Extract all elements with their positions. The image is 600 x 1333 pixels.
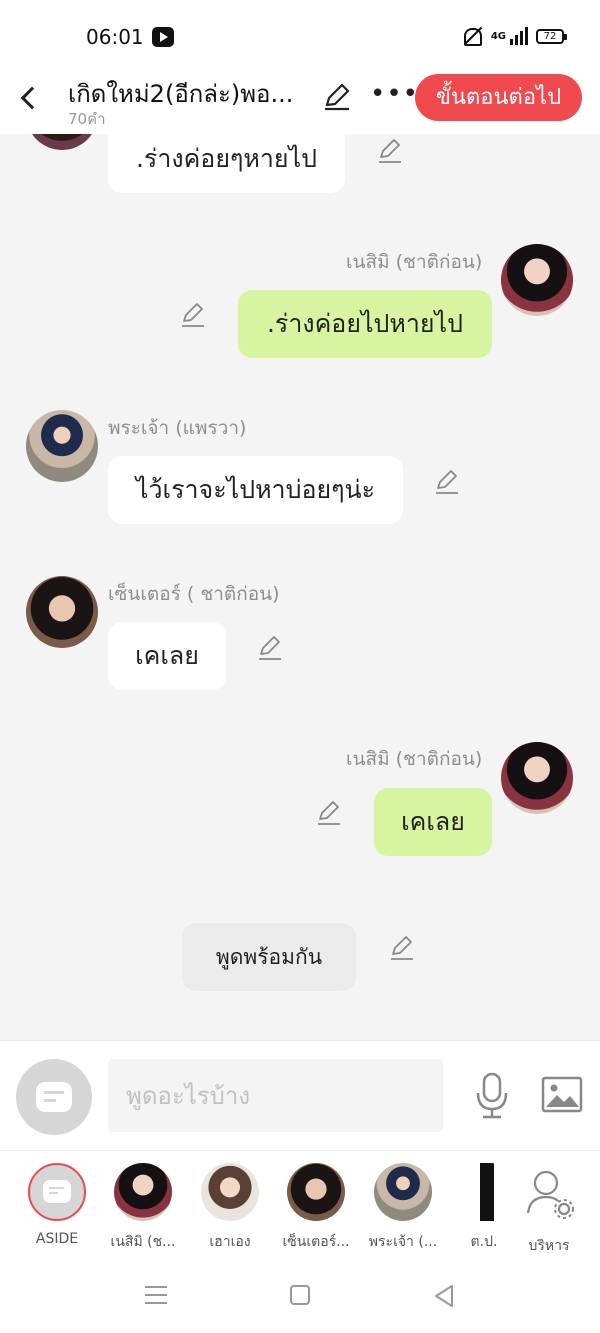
character-selector: ASIDE เนสิมิ (ช... เฮาเอง เซ็นเตอร์... พ…: [0, 1150, 600, 1260]
speaker-name: เนสิมิ (ชาติก่อน): [346, 251, 483, 273]
message-bubble[interactable]: เคเลย: [108, 622, 226, 690]
mute-icon: [461, 26, 483, 46]
image-icon[interactable]: [541, 1075, 583, 1115]
avatar: [114, 1163, 172, 1221]
message-bubble[interactable]: เคเลย: [374, 788, 492, 856]
character-item[interactable]: เนสิมิ (ช...: [99, 1163, 187, 1253]
character-label: บริหาร: [528, 1238, 570, 1254]
nav-back-icon[interactable]: [432, 1284, 456, 1308]
edit-message-icon[interactable]: [376, 137, 404, 165]
back-icon[interactable]: [18, 84, 38, 110]
avatar: [374, 1163, 432, 1221]
chat-area[interactable]: .ร่างค่อยๆหายไป เนสิมิ (ชาติก่อน) .ร่างค…: [0, 134, 600, 1040]
aside-avatar: [28, 1163, 86, 1221]
manage-user-icon: [526, 1170, 574, 1219]
edit-message-icon[interactable]: [179, 301, 207, 329]
character-aside[interactable]: ASIDE: [13, 1163, 101, 1247]
aside-mode-button[interactable]: [16, 1059, 92, 1135]
speaker-name: พระเจ้า (แพรวา): [108, 417, 247, 439]
character-item[interactable]: พระเจ้า (...: [359, 1163, 447, 1253]
character-item[interactable]: เฮาเอง: [186, 1163, 274, 1253]
edit-message-icon[interactable]: [388, 934, 416, 962]
character-label: พระเจ้า (...: [368, 1234, 438, 1250]
character-label: ASIDE: [35, 1231, 79, 1247]
narration-bubble[interactable]: พูดพร้อมกัน: [182, 923, 356, 991]
signal-icon: [510, 27, 528, 45]
avatar[interactable]: [26, 134, 98, 150]
edit-message-icon[interactable]: [433, 468, 461, 496]
battery-icon: 72: [536, 28, 567, 44]
character-label: เซ็นเตอร์...: [282, 1234, 350, 1250]
status-time: 06:01: [86, 25, 144, 49]
word-count: 70คำ: [68, 110, 106, 128]
character-item[interactable]: เซ็นเตอร์...: [272, 1163, 360, 1253]
character-label: เฮาเอง: [209, 1234, 251, 1250]
avatar: [464, 1163, 504, 1221]
avatar[interactable]: [501, 742, 573, 814]
character-label: เนสิมิ (ช...: [110, 1234, 176, 1250]
recent-apps-icon[interactable]: [145, 1286, 167, 1304]
avatar[interactable]: [501, 244, 573, 316]
microphone-icon[interactable]: [470, 1071, 514, 1121]
edit-message-icon[interactable]: [315, 799, 343, 827]
message-bubble[interactable]: ไว้เราจะไปหาบ่อยๆน่ะ: [108, 456, 403, 524]
chat-bubble-icon: [43, 1180, 71, 1203]
app-header: เกิดใหม่2(อีกล่ะ)พอ... 70คำ ••• ขั้นตอนต…: [0, 70, 600, 134]
avatar: [201, 1163, 259, 1221]
youtube-notification-icon: [152, 27, 174, 47]
message-input[interactable]: [108, 1059, 443, 1132]
speaker-name: เซ็นเตอร์ ( ชาติก่อน): [108, 583, 280, 605]
avatar[interactable]: [26, 576, 98, 648]
chat-bubble-icon: [36, 1082, 72, 1112]
speaker-name: เนสิมิ (ชาติก่อน): [346, 748, 483, 770]
composer-bar: [0, 1040, 600, 1150]
system-nav-bar: [0, 1260, 600, 1333]
more-options-icon[interactable]: •••: [370, 81, 419, 107]
avatar: [287, 1163, 345, 1221]
message-bubble[interactable]: .ร่างค่อยไปหายไป: [238, 290, 492, 358]
status-bar: 06:01 4G 72: [0, 0, 600, 70]
message-bubble[interactable]: .ร่างค่อยๆหายไป: [108, 134, 345, 193]
next-step-button[interactable]: ขั้นตอนต่อไป: [415, 74, 582, 121]
network-type: 4G: [490, 30, 506, 42]
home-icon[interactable]: [290, 1285, 310, 1305]
system-icons: 4G 72: [461, 26, 567, 46]
edit-title-icon[interactable]: [322, 82, 352, 112]
avatar[interactable]: [26, 410, 98, 482]
manage-characters[interactable]: บริหาร: [505, 1163, 593, 1257]
edit-message-icon[interactable]: [256, 634, 284, 662]
